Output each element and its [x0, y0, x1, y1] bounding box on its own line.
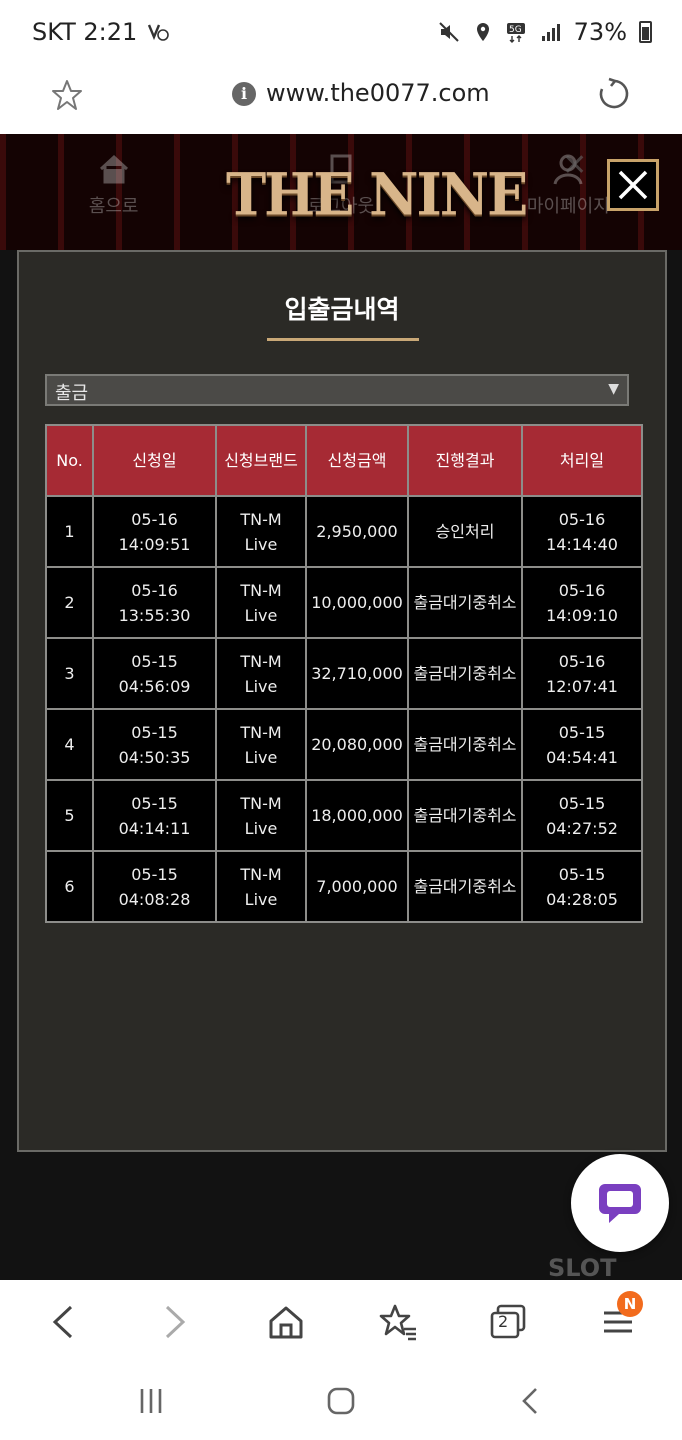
table-row: 4 05-15 04:50:35 TN-M Live 20,080,000 출금대기…: [45, 708, 643, 781]
volte-icon: [148, 24, 170, 41]
cell-brand: TN-M Live: [215, 850, 307, 923]
close-icon: ✕: [562, 148, 588, 183]
browser-toolbar: 2: [0, 1280, 682, 1364]
cell-result: 출금대기중취소: [407, 779, 523, 852]
cell-request-date: 05-15 04:08:28: [92, 850, 217, 923]
tabs-button[interactable]: 2: [486, 1300, 530, 1344]
site-logo: THE NINE: [226, 159, 528, 229]
cell-brand: TN-M Live: [215, 708, 307, 781]
cell-no: 5: [45, 779, 94, 852]
cell-no: 1: [45, 495, 94, 568]
cell-result: 출금대기중취소: [407, 850, 523, 923]
cell-processed-date: 05-16 12:07:41: [521, 637, 643, 710]
table-row: 5 05-15 04:14:11 TN-M Live 18,000,000 출금대기…: [45, 779, 643, 852]
table-header-row: No. 신청일 신청브랜드 신청금액 진행결과 처리일: [45, 424, 643, 497]
table-row: 2 05-16 13:55:30 TN-M Live 10,000,000 출금대기…: [45, 566, 643, 639]
back-button[interactable]: [42, 1300, 86, 1344]
nav-home-label: 홈으로: [88, 196, 139, 217]
cell-request-date: 05-16 13:55:30: [92, 566, 217, 639]
android-nav-bar: [0, 1364, 682, 1440]
cell-result: 출금대기중취소: [407, 708, 523, 781]
chat-icon: [599, 1184, 641, 1223]
background-slot-text: SLOT: [548, 1254, 617, 1280]
cell-no: 4: [45, 708, 94, 781]
nav-home[interactable]: 홈으로: [34, 152, 194, 218]
cell-amount: 18,000,000: [305, 779, 409, 852]
bookmarks-icon: [379, 1304, 416, 1341]
cell-amount: 7,000,000: [305, 850, 409, 923]
cell-request-date: 05-15 04:56:09: [92, 637, 217, 710]
home-button[interactable]: [264, 1300, 308, 1344]
close-icon: [618, 170, 648, 200]
5g-icon: 5G: [506, 23, 525, 43]
cell-no: 2: [45, 566, 94, 639]
cell-brand: TN-M Live: [215, 495, 307, 568]
cell-brand: TN-M Live: [215, 566, 307, 639]
back-icon: [52, 1305, 73, 1339]
bookmarks-button[interactable]: [376, 1300, 420, 1344]
cell-request-date: 05-15 04:50:35: [92, 708, 217, 781]
cell-processed-date: 05-15 04:54:41: [521, 708, 643, 781]
battery-icon: [639, 21, 652, 43]
header-no: No.: [45, 424, 94, 497]
info-icon[interactable]: i: [232, 82, 256, 106]
cell-brand: TN-M Live: [215, 779, 307, 852]
header-brand: 신청브랜드: [215, 424, 307, 497]
table-row: 3 05-15 04:56:09 TN-M Live 32,710,000 출금대기…: [45, 637, 643, 710]
cell-amount: 10,000,000: [305, 566, 409, 639]
svg-text:5G: 5G: [509, 25, 522, 35]
chevron-down-icon: ▼: [608, 381, 619, 397]
cell-processed-date: 05-16 14:09:10: [521, 566, 643, 639]
home-icon: [269, 1306, 303, 1339]
star-icon[interactable]: [50, 78, 84, 112]
cell-request-date: 05-16 14:09:51: [92, 495, 217, 568]
cell-amount: 2,950,000: [305, 495, 409, 568]
header-processed-date: 처리일: [521, 424, 643, 497]
modal-title: 입출금내역: [284, 295, 400, 324]
title-underline: [267, 338, 419, 341]
header-amount: 신청금액: [305, 424, 409, 497]
modal-close-button[interactable]: [607, 159, 659, 211]
cell-result: 승인처리: [407, 495, 523, 568]
cell-processed-date: 05-15 04:27:52: [521, 779, 643, 852]
header-request-date: 신청일: [92, 424, 217, 497]
transaction-history-modal: 입출금내역 출금 ▼ No. 신청일 신청브랜드 신청금액 진행결과 처리일 1…: [17, 250, 667, 1152]
cell-result: 출금대기중취소: [407, 637, 523, 710]
site-header: 홈으로 로그아웃 마이페이지 THE NINE ✕: [0, 134, 682, 250]
header-result: 진행결과: [407, 424, 523, 497]
history-table: No. 신청일 신청브랜드 신청금액 진행결과 처리일 1 05-16 14:09…: [45, 424, 643, 923]
cell-result: 출금대기중취소: [407, 566, 523, 639]
nav-mypage-label: 마이페이지: [526, 196, 610, 217]
url-bar: i www.the0077.com: [0, 64, 682, 134]
cell-processed-date: 05-16 14:14:40: [521, 495, 643, 568]
table-row: 1 05-16 14:09:51 TN-M Live 2,950,000 승인처리 …: [45, 495, 643, 568]
location-icon: [476, 23, 489, 41]
cell-amount: 20,080,000: [305, 708, 409, 781]
cell-brand: TN-M Live: [215, 637, 307, 710]
type-select[interactable]: 출금 ▼: [45, 374, 629, 406]
cell-request-date: 05-15 04:14:11: [92, 779, 217, 852]
table-row: 6 05-15 04:08:28 TN-M Live 7,000,000 출금대기중…: [45, 850, 643, 923]
forward-icon: [165, 1305, 186, 1339]
recents-icon[interactable]: [138, 1386, 164, 1416]
reload-icon[interactable]: [596, 76, 632, 112]
cell-amount: 32,710,000: [305, 637, 409, 710]
battery-percent: 73%: [573, 18, 627, 46]
android-home-icon[interactable]: [326, 1386, 356, 1416]
signal-icon: [541, 24, 560, 41]
menu-badge: N: [617, 1291, 643, 1317]
status-bar: SKT 2:21 5G 73%: [0, 0, 682, 64]
mute-icon: [438, 22, 459, 42]
cell-no: 3: [45, 637, 94, 710]
type-select-value: 출금: [55, 383, 89, 404]
url-text[interactable]: www.the0077.com: [266, 79, 490, 107]
chat-button[interactable]: [571, 1154, 669, 1252]
forward-button[interactable]: [152, 1300, 196, 1344]
cell-no: 6: [45, 850, 94, 923]
android-back-icon[interactable]: [518, 1386, 544, 1416]
carrier-time: SKT 2:21: [32, 18, 138, 46]
home-icon: [99, 154, 128, 184]
cell-processed-date: 05-15 04:28:05: [521, 850, 643, 923]
tabs-count: 2: [498, 1312, 509, 1331]
